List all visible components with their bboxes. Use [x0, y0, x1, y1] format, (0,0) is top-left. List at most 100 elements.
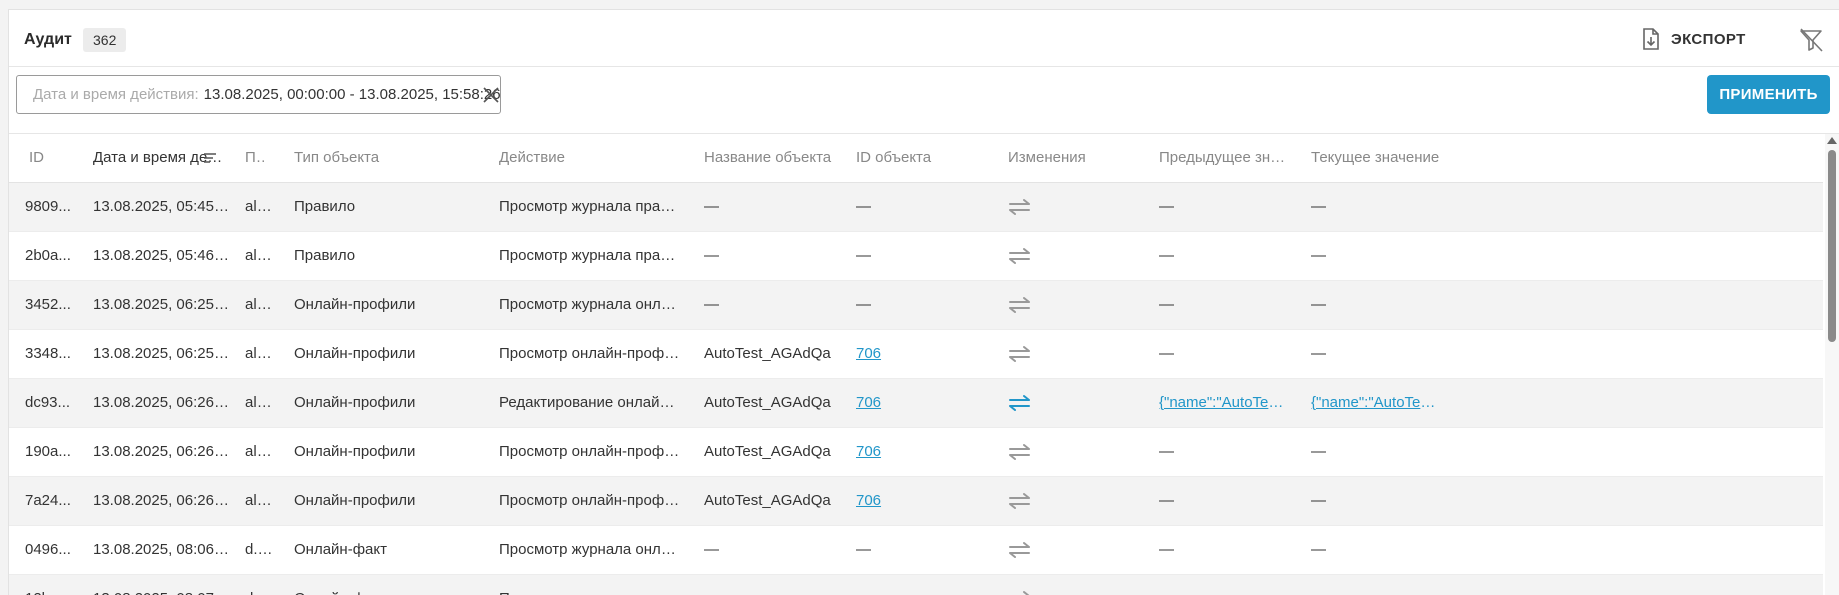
cell-action: Редактирование онлайн-профиля — [499, 394, 681, 411]
cell-previous-value: — — [1159, 443, 1174, 460]
scroll-up-arrow-icon[interactable] — [1827, 136, 1837, 144]
export-button[interactable]: ЭКСПОРТ — [1641, 25, 1746, 53]
cell-object-id[interactable]: 706 — [856, 330, 976, 378]
table-header: ID Дата и время действия Пользователь Ти… — [9, 134, 1823, 183]
column-header-changes[interactable]: Изменения — [1008, 134, 1148, 182]
column-header-object-name[interactable]: Название объекта — [704, 134, 854, 182]
cell-user: al.s... — [245, 247, 275, 264]
cell-user: al.s... — [245, 198, 275, 215]
cell-id: 12be... — [25, 575, 73, 595]
cell-previous-value: — — [1159, 541, 1174, 558]
cell-object-id[interactable]: 706 — [856, 477, 976, 525]
cell-previous-value: — — [1159, 296, 1174, 313]
swap-arrows-icon[interactable] — [1008, 492, 1032, 510]
cell-object-id: — — [856, 296, 871, 313]
column-header-id[interactable]: ID — [29, 134, 73, 182]
cell-object-type: Правило — [294, 198, 356, 215]
cell-current-value: — — [1311, 575, 1439, 595]
cell-id: 3452... — [25, 296, 71, 313]
cell-datetime: 13.08.2025, 06:26:14 — [93, 443, 233, 460]
cell-object-name: — — [704, 198, 719, 215]
cell-datetime: 13.08.2025, 08:07:29 — [93, 575, 233, 595]
cell-object-type: Правило — [294, 247, 356, 264]
swap-arrows-icon[interactable] — [1008, 345, 1032, 363]
cell-datetime: 13.08.2025, 06:26:27 — [93, 492, 233, 509]
cell-current-value: — — [1311, 198, 1326, 215]
column-header-action[interactable]: Действие — [499, 134, 699, 182]
cell-user: al.s... — [245, 296, 275, 313]
cell-datetime: 13.08.2025, 05:46:01 — [93, 247, 233, 264]
cell-object-type: Онлайн-профили — [294, 443, 416, 460]
cell-id: 2b0a... — [25, 247, 71, 264]
cell-datetime: 13.08.2025, 06:25:59 — [93, 345, 233, 362]
cell-current-value: — — [1311, 541, 1326, 558]
cell-object-id: — — [856, 247, 871, 264]
table-row[interactable]: 7a24... 13.08.2025, 06:26:27 al.s... Онлайн… — [9, 477, 1823, 526]
cell-action: Просмотр онлайн-профиля — [499, 443, 681, 460]
record-count-badge: 362 — [83, 28, 127, 52]
cell-action: Просмотр журнала онлайн-профилей — [499, 296, 681, 313]
column-header-user[interactable]: Пользователь — [245, 134, 265, 182]
table-body: 9809... 13.08.2025, 05:45:45 al.s... Правил… — [9, 183, 1823, 595]
column-header-previous-value[interactable]: Предыдущее значение — [1159, 134, 1287, 182]
cell-action: Просмотр журнала правил — [499, 198, 681, 215]
scrollbar-thumb[interactable] — [1828, 150, 1836, 342]
cell-object-id: — — [856, 541, 871, 558]
swap-arrows-icon[interactable] — [1008, 198, 1032, 216]
cell-id: 7a24... — [25, 492, 71, 509]
table-row[interactable]: 3452... 13.08.2025, 06:25:55 al.s... Онлайн… — [9, 281, 1823, 330]
table-row[interactable]: 3348... 13.08.2025, 06:25:59 al.s... Онлайн… — [9, 330, 1823, 379]
cell-current-value: — — [1311, 443, 1326, 460]
cell-current-value: — — [1311, 296, 1326, 313]
table-row[interactable]: 12be... 13.08.2025, 08:07:29 d.kn... Онлайн… — [9, 575, 1823, 595]
cell-object-type: Онлайн-факт — [294, 541, 387, 558]
table-row[interactable]: 190a... 13.08.2025, 06:26:14 al.s... Онлайн… — [9, 428, 1823, 477]
swap-arrows-icon[interactable] — [1008, 443, 1032, 461]
table-row[interactable]: dc93... 13.08.2025, 06:26:14 al.s... Онлайн… — [9, 379, 1823, 428]
cell-current-value[interactable]: {"name":"AutoTest_AGAdQa"} — [1311, 379, 1439, 427]
column-header-current-value[interactable]: Текущее значение — [1311, 134, 1451, 182]
swap-arrows-icon[interactable] — [1008, 590, 1032, 595]
swap-arrows-icon[interactable] — [1008, 247, 1032, 265]
table-row[interactable]: 2b0a... 13.08.2025, 05:46:01 al.s... Правил… — [9, 232, 1823, 281]
cell-datetime: 13.08.2025, 06:26:14 — [93, 394, 233, 411]
cell-id: 0496... — [25, 541, 71, 558]
cell-id: 9809... — [25, 198, 71, 215]
cell-user: al.s... — [245, 443, 275, 460]
swap-arrows-icon[interactable] — [1008, 296, 1032, 314]
cell-object-id: — — [856, 575, 976, 595]
cell-object-id[interactable]: 706 — [856, 379, 976, 427]
cell-object-id[interactable]: 706 — [856, 428, 976, 476]
cell-object-type: Онлайн-профили — [294, 492, 416, 509]
cell-datetime: 13.08.2025, 06:25:55 — [93, 296, 233, 313]
cell-object-id: — — [856, 198, 871, 215]
cell-user: al.s... — [245, 492, 275, 509]
table-row[interactable]: 9809... 13.08.2025, 05:45:45 al.s... Правил… — [9, 183, 1823, 232]
column-header-object-id[interactable]: ID объекта — [856, 134, 996, 182]
cell-object-name: AutoTest_AGAdQa — [704, 345, 831, 362]
column-header-object-type[interactable]: Тип объекта — [294, 134, 494, 182]
table-row[interactable]: 0496... 13.08.2025, 08:06:43 d.kn... Онлайн… — [9, 526, 1823, 575]
cell-object-type: Онлайн-профили — [294, 394, 416, 411]
cell-action: Просмотр журнала онлайн-фактов — [499, 575, 681, 595]
cell-datetime: 13.08.2025, 08:06:43 — [93, 541, 233, 558]
cell-action: Просмотр онлайн-профиля — [499, 492, 681, 509]
cell-action: Просмотр журнала онлайн-фактов — [499, 541, 681, 558]
close-icon[interactable] — [481, 85, 501, 105]
cell-current-value: — — [1311, 247, 1326, 264]
date-range-filter[interactable]: Дата и время действия: 13.08.2025, 00:00… — [16, 75, 501, 114]
cell-previous-value: — — [1159, 345, 1174, 362]
cell-object-type: Онлайн-профили — [294, 296, 416, 313]
vertical-scrollbar[interactable] — [1825, 134, 1839, 595]
cell-previous-value[interactable]: {"name":"AutoTest_AGAdQa"} — [1159, 379, 1287, 427]
panel-header: Аудит 362 ЭКСПОРТ — [9, 10, 1839, 67]
apply-button[interactable]: ПРИМЕНИТЬ — [1707, 75, 1830, 114]
sort-icon[interactable] — [203, 151, 217, 165]
filter-off-icon[interactable] — [1798, 27, 1824, 53]
cell-previous-value: — — [1159, 575, 1287, 595]
swap-arrows-icon[interactable] — [1008, 541, 1032, 559]
cell-user: d.kn... — [245, 575, 275, 595]
cell-object-name: — — [704, 296, 719, 313]
date-range-value: 13.08.2025, 00:00:00 - 13.08.2025, 15:58… — [203, 86, 501, 103]
swap-arrows-icon[interactable] — [1008, 394, 1032, 412]
